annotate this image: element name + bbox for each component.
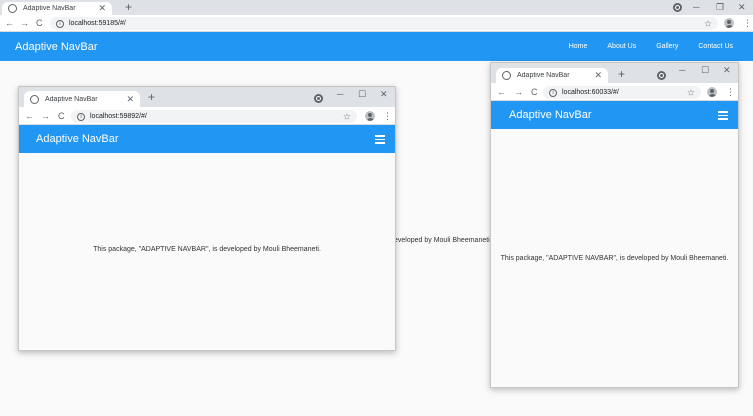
close-icon[interactable]: ✕	[126, 94, 134, 104]
account-circle-icon[interactable]	[314, 94, 323, 103]
more-vert-icon[interactable]: ⋮	[743, 19, 752, 28]
plus-icon[interactable]: +	[125, 1, 132, 13]
info-icon[interactable]: i	[549, 88, 557, 97]
back-arrow-icon[interactable]: ←	[5, 19, 14, 28]
tab-title: Adaptive NavBar	[517, 72, 570, 79]
close-icon[interactable]: ✕	[723, 66, 731, 75]
plus-icon[interactable]: +	[618, 68, 625, 80]
minimize-icon[interactable]: ─	[693, 3, 699, 12]
browser-toolbar: ← → C i localhost:59892/#/ ☆ ⋮	[19, 107, 395, 125]
star-icon[interactable]: ☆	[687, 87, 695, 98]
url-text: localhost:59892/#/	[90, 113, 147, 120]
brand-title[interactable]: Adaptive NavBar	[509, 109, 592, 121]
back-arrow-icon[interactable]: ←	[25, 112, 34, 121]
globe-icon	[8, 4, 17, 13]
app-navbar: Adaptive NavBar	[19, 125, 395, 153]
info-icon[interactable]: i	[77, 112, 85, 121]
star-icon[interactable]: ☆	[343, 111, 351, 122]
nav-links: Home About Us Gallery Contact Us	[569, 32, 753, 61]
tab-title: Adaptive NavBar	[23, 5, 76, 12]
browser-toolbar: ← → C i localhost:59185/#/ ☆ ⋮	[0, 15, 753, 32]
address-bar[interactable]: i localhost:59892/#/ ☆	[71, 110, 357, 123]
content-text: This package, "ADAPTIVE NAVBAR", is deve…	[500, 255, 729, 262]
back-arrow-icon[interactable]: ←	[497, 88, 506, 97]
more-vert-icon[interactable]: ⋮	[726, 88, 735, 97]
address-bar[interactable]: i localhost:60033/#/ ☆	[543, 86, 701, 99]
url-text: localhost:59185/#/	[69, 20, 126, 27]
forward-arrow-icon[interactable]: →	[41, 112, 50, 121]
browser-tab[interactable]: Adaptive NavBar ✕	[2, 2, 112, 15]
reload-icon[interactable]: C	[36, 19, 43, 28]
brand-title[interactable]: Adaptive NavBar	[15, 41, 98, 53]
star-icon[interactable]: ☆	[704, 18, 712, 29]
brand-title[interactable]: Adaptive NavBar	[36, 133, 119, 145]
info-icon[interactable]: i	[56, 19, 64, 28]
reload-icon[interactable]: C	[58, 112, 65, 121]
nav-link-gallery[interactable]: Gallery	[656, 43, 678, 50]
maximize-icon[interactable]: ❐	[716, 3, 724, 12]
reload-icon[interactable]: C	[531, 88, 538, 97]
maximize-icon[interactable]: ☐	[701, 66, 709, 75]
nav-link-contact-us[interactable]: Contact Us	[698, 43, 733, 50]
content-text: This package, "ADAPTIVE NAVBAR", is deve…	[93, 246, 321, 253]
profile-icon[interactable]	[707, 87, 717, 97]
nav-link-home[interactable]: Home	[569, 43, 588, 50]
hamburger-icon[interactable]	[718, 111, 728, 120]
close-icon[interactable]: ✕	[738, 3, 746, 12]
tab-strip: Adaptive NavBar ✕ + ─ ☐ ✕	[19, 87, 395, 107]
hamburger-icon[interactable]	[375, 135, 385, 144]
profile-icon[interactable]	[724, 18, 734, 28]
nav-link-about-us[interactable]: About Us	[607, 43, 636, 50]
right-browser-window: Adaptive NavBar ✕ + ─ ☐ ✕ ← → C i localh…	[490, 62, 739, 388]
globe-icon	[30, 94, 39, 104]
more-vert-icon[interactable]: ⋮	[383, 112, 392, 121]
minimize-icon[interactable]: ─	[337, 90, 343, 99]
browser-tab[interactable]: Adaptive NavBar ✕	[24, 91, 140, 107]
left-browser-window: Adaptive NavBar ✕ + ─ ☐ ✕ ← → C i localh…	[18, 86, 396, 351]
close-icon[interactable]: ✕	[98, 4, 106, 13]
minimize-icon[interactable]: ─	[679, 66, 685, 75]
browser-toolbar: ← → C i localhost:60033/#/ ☆ ⋮	[491, 83, 738, 101]
browser-tab[interactable]: Adaptive NavBar ✕	[496, 68, 608, 83]
tab-title: Adaptive NavBar	[45, 95, 98, 103]
url-text: localhost:60033/#/	[562, 89, 619, 96]
tab-strip: Adaptive NavBar ✕ + ─ ☐ ✕	[491, 63, 738, 83]
account-circle-icon[interactable]	[673, 3, 682, 12]
main-content-text: eveloped by Mouli Bheemaneti.	[394, 237, 492, 244]
address-bar[interactable]: i localhost:59185/#/ ☆	[50, 17, 718, 30]
tab-strip: Adaptive NavBar ✕ + ─ ❐ ✕	[0, 0, 753, 15]
app-navbar: Adaptive NavBar Home About Us Gallery Co…	[0, 32, 753, 61]
maximize-icon[interactable]: ☐	[358, 90, 366, 99]
close-icon[interactable]: ✕	[594, 71, 602, 80]
forward-arrow-icon[interactable]: →	[514, 88, 523, 97]
close-icon[interactable]: ✕	[380, 90, 388, 99]
plus-icon[interactable]: +	[148, 91, 155, 103]
forward-arrow-icon[interactable]: →	[20, 19, 29, 28]
account-circle-icon[interactable]	[657, 71, 666, 80]
globe-icon	[502, 71, 511, 80]
profile-icon[interactable]	[365, 111, 375, 121]
app-navbar: Adaptive NavBar	[491, 101, 738, 129]
